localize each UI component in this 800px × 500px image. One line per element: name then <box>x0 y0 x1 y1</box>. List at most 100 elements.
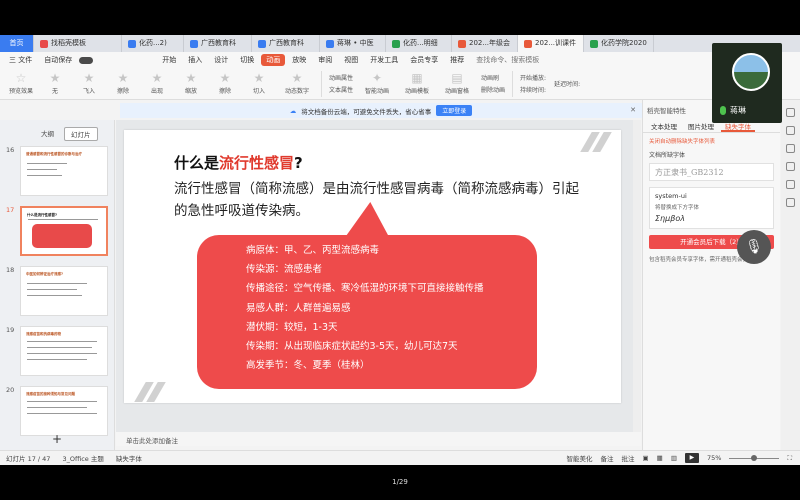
share-icon[interactable] <box>786 162 795 171</box>
animation-properties-button[interactable]: 动画属性 <box>329 73 353 82</box>
slide-thumbnail[interactable]: 普通感冒和流行性感冒的诊断与治疗 <box>20 146 108 196</box>
menu-animation[interactable]: 动画 <box>261 54 286 66</box>
menu-recommend[interactable]: 推荐 <box>445 54 469 66</box>
tab-doc-1[interactable]: 化药...2) <box>122 35 184 52</box>
sheet-icon <box>392 39 400 48</box>
info-bubble[interactable]: 病原体：甲、乙、丙型流感病毒 传染源：流感患者 传播途径：空气传播、寒冷低湿的环… <box>197 235 537 389</box>
login-button[interactable]: 立即登录 <box>436 105 473 116</box>
preview-effect-button[interactable]: ☆ 预览效果 <box>4 72 38 95</box>
slide-thumbnail-selected[interactable]: 什么是流行性感冒? <box>20 206 108 256</box>
microphone-button[interactable]: 🎙 <box>737 230 771 264</box>
effect-zoom[interactable]: ★ 缩放 <box>174 72 208 95</box>
tab-outline[interactable]: 大纲 <box>35 127 60 141</box>
effect-dynamic-number[interactable]: ★ 动态数字 <box>276 72 318 95</box>
doc-icon <box>190 39 198 48</box>
delete-animation-button[interactable]: 删除动画 <box>481 85 505 94</box>
fit-window-icon[interactable]: ⛶ <box>787 454 792 463</box>
play-icon[interactable]: ▶ <box>684 453 699 463</box>
animation-pane-button[interactable]: ▤ 动画窗格 <box>437 72 477 95</box>
smart-beautify-button[interactable]: 智能美化 <box>567 453 593 463</box>
close-icon[interactable]: ✕ <box>630 106 636 114</box>
thumbnail-number: 16 <box>6 146 15 154</box>
participant-video[interactable]: 蒋琳 <box>712 43 782 123</box>
comments-toggle[interactable]: 批注 <box>622 453 635 463</box>
document-tab-bar: 首页 找稻壳模板 化药...2) 广西教育科 广西教育科 蒋琳 • 中医 化药.… <box>0 35 800 52</box>
thumbnail-number: 17 <box>6 206 15 214</box>
auto-delete-link[interactable]: 关闭自动删除缺失字体列表 <box>643 133 780 145</box>
file-menu[interactable]: 三 文件 <box>4 54 37 66</box>
tab-sheet-2[interactable]: 化药学院2020 <box>584 35 654 52</box>
menu-insert[interactable]: 插入 <box>183 54 207 66</box>
smart-animation-button[interactable]: ✦ 智能动画 <box>357 72 397 95</box>
editor-scrollbar[interactable] <box>633 120 641 432</box>
tab-doc-3[interactable]: 广西教育科 <box>252 35 320 52</box>
autosave-toggle[interactable] <box>79 56 94 64</box>
search-command-input[interactable]: 查找命令、搜索模板 <box>471 54 544 66</box>
effect-fly-in[interactable]: ★ 飞入 <box>72 72 106 95</box>
tab-doc-2[interactable]: 广西教育科 <box>184 35 252 52</box>
effect-wipe[interactable]: ★ 擦除 <box>106 72 140 95</box>
tab-doc-4[interactable]: 蒋琳 • 中医 <box>320 35 386 52</box>
delay-input[interactable]: 延迟时间: <box>554 79 580 88</box>
thumbnail-row[interactable]: 19 流感疫苗和抗病毒药物 <box>6 326 108 376</box>
notes-field[interactable]: 单击此处添加备注 <box>116 432 641 446</box>
thumbnail-row[interactable]: 18 中医如何辨证治疗流感? <box>6 266 108 316</box>
thumbnail-row[interactable]: 20 流感疫苗的接种须知与常见问题 <box>6 386 108 436</box>
menu-design[interactable]: 设计 <box>209 54 233 66</box>
tab-sheet-1[interactable]: 化药...明细 <box>386 35 452 52</box>
normal-view-icon[interactable]: ▣ <box>643 454 649 462</box>
zoom-level[interactable]: 75% <box>707 454 721 462</box>
tab-ppt-1[interactable]: 202...年级会 <box>452 35 518 52</box>
pane-label: 动画窗格 <box>445 88 470 95</box>
slide-title[interactable]: 什么是流行性感冒? <box>174 152 303 173</box>
effect-none[interactable]: ★ 无 <box>38 72 72 95</box>
slide-thumbnail[interactable]: 流感疫苗和抗病毒药物 <box>20 326 108 376</box>
slide-thumbnail[interactable]: 中医如何辨证治疗流感? <box>20 266 108 316</box>
tab-label: 广西教育科 <box>201 39 236 47</box>
duration-input[interactable]: 持续时间: <box>520 85 546 94</box>
reading-view-icon[interactable]: ▥ <box>671 454 677 462</box>
menu-view[interactable]: 视图 <box>339 54 363 66</box>
tab-home[interactable]: 首页 <box>0 35 34 52</box>
slide-canvas[interactable]: 什么是流行性感冒? 流行性感冒（简称流感）是由流行性感冒病毒（简称流感病毒）引起… <box>124 130 621 403</box>
effect-label: 飞入 <box>82 88 95 95</box>
missing-fonts-status[interactable]: 缺失字体 <box>116 453 142 463</box>
thumbnail-number: 20 <box>6 386 15 394</box>
start-play-select[interactable]: 开始播放: <box>520 73 546 82</box>
tab-ppt-active[interactable]: 202...训课件 <box>518 35 584 52</box>
menu-transition[interactable]: 切换 <box>235 54 259 66</box>
add-slide-button[interactable]: + <box>52 432 62 446</box>
effect-appear[interactable]: ★ 出现 <box>140 72 174 95</box>
location-icon[interactable] <box>786 198 795 207</box>
properties-icon[interactable] <box>786 108 795 117</box>
menu-slideshow[interactable]: 放映 <box>287 54 311 66</box>
missing-font-item[interactable]: 方正隶书_GB2312 <box>649 163 774 181</box>
menu-member[interactable]: 会员专享 <box>405 54 443 66</box>
effect-label: 缩放 <box>184 88 197 95</box>
tab-docer[interactable]: 找稻壳模板 <box>34 35 122 52</box>
zoom-slider[interactable] <box>729 454 780 461</box>
thumbnail-line <box>27 401 97 402</box>
ribbon-divider <box>321 70 322 97</box>
grid-view-icon[interactable]: ▦ <box>657 454 663 462</box>
thumbnail-row[interactable]: 16 普通感冒和流行性感冒的诊断与治疗 <box>6 146 108 196</box>
slide-thumbnail[interactable]: 流感疫苗的接种须知与常见问题 <box>20 386 108 436</box>
tab-label: 蒋琳 • 中医 <box>337 39 374 47</box>
effect-wipe-2[interactable]: ★ 擦除 <box>208 72 242 95</box>
animation-icon[interactable] <box>786 144 795 153</box>
menu-review[interactable]: 审阅 <box>313 54 337 66</box>
notes-toggle[interactable]: 备注 <box>601 453 614 463</box>
animation-template-button[interactable]: ▦ 动画模板 <box>397 72 437 95</box>
effect-cut-in[interactable]: ★ 切入 <box>242 72 276 95</box>
animation-brush-button[interactable]: 动画刷 <box>481 73 505 82</box>
text-properties-button[interactable]: 文本属性 <box>329 85 353 94</box>
style-icon[interactable] <box>786 126 795 135</box>
tab-text-processing[interactable]: 文本处理 <box>647 120 681 132</box>
menu-developer[interactable]: 开发工具 <box>365 54 403 66</box>
thumbnail-row[interactable]: 17 什么是流行性感冒? <box>6 206 108 256</box>
tab-slides[interactable]: 幻灯片 <box>64 127 98 141</box>
thumbnail-title: 流感疫苗和抗病毒药物 <box>26 332 61 336</box>
font-replace-box[interactable]: system-ui 将替换成下方字体 Σημβολ <box>649 187 774 229</box>
menu-start[interactable]: 开始 <box>157 54 181 66</box>
backup-icon[interactable] <box>786 180 795 189</box>
